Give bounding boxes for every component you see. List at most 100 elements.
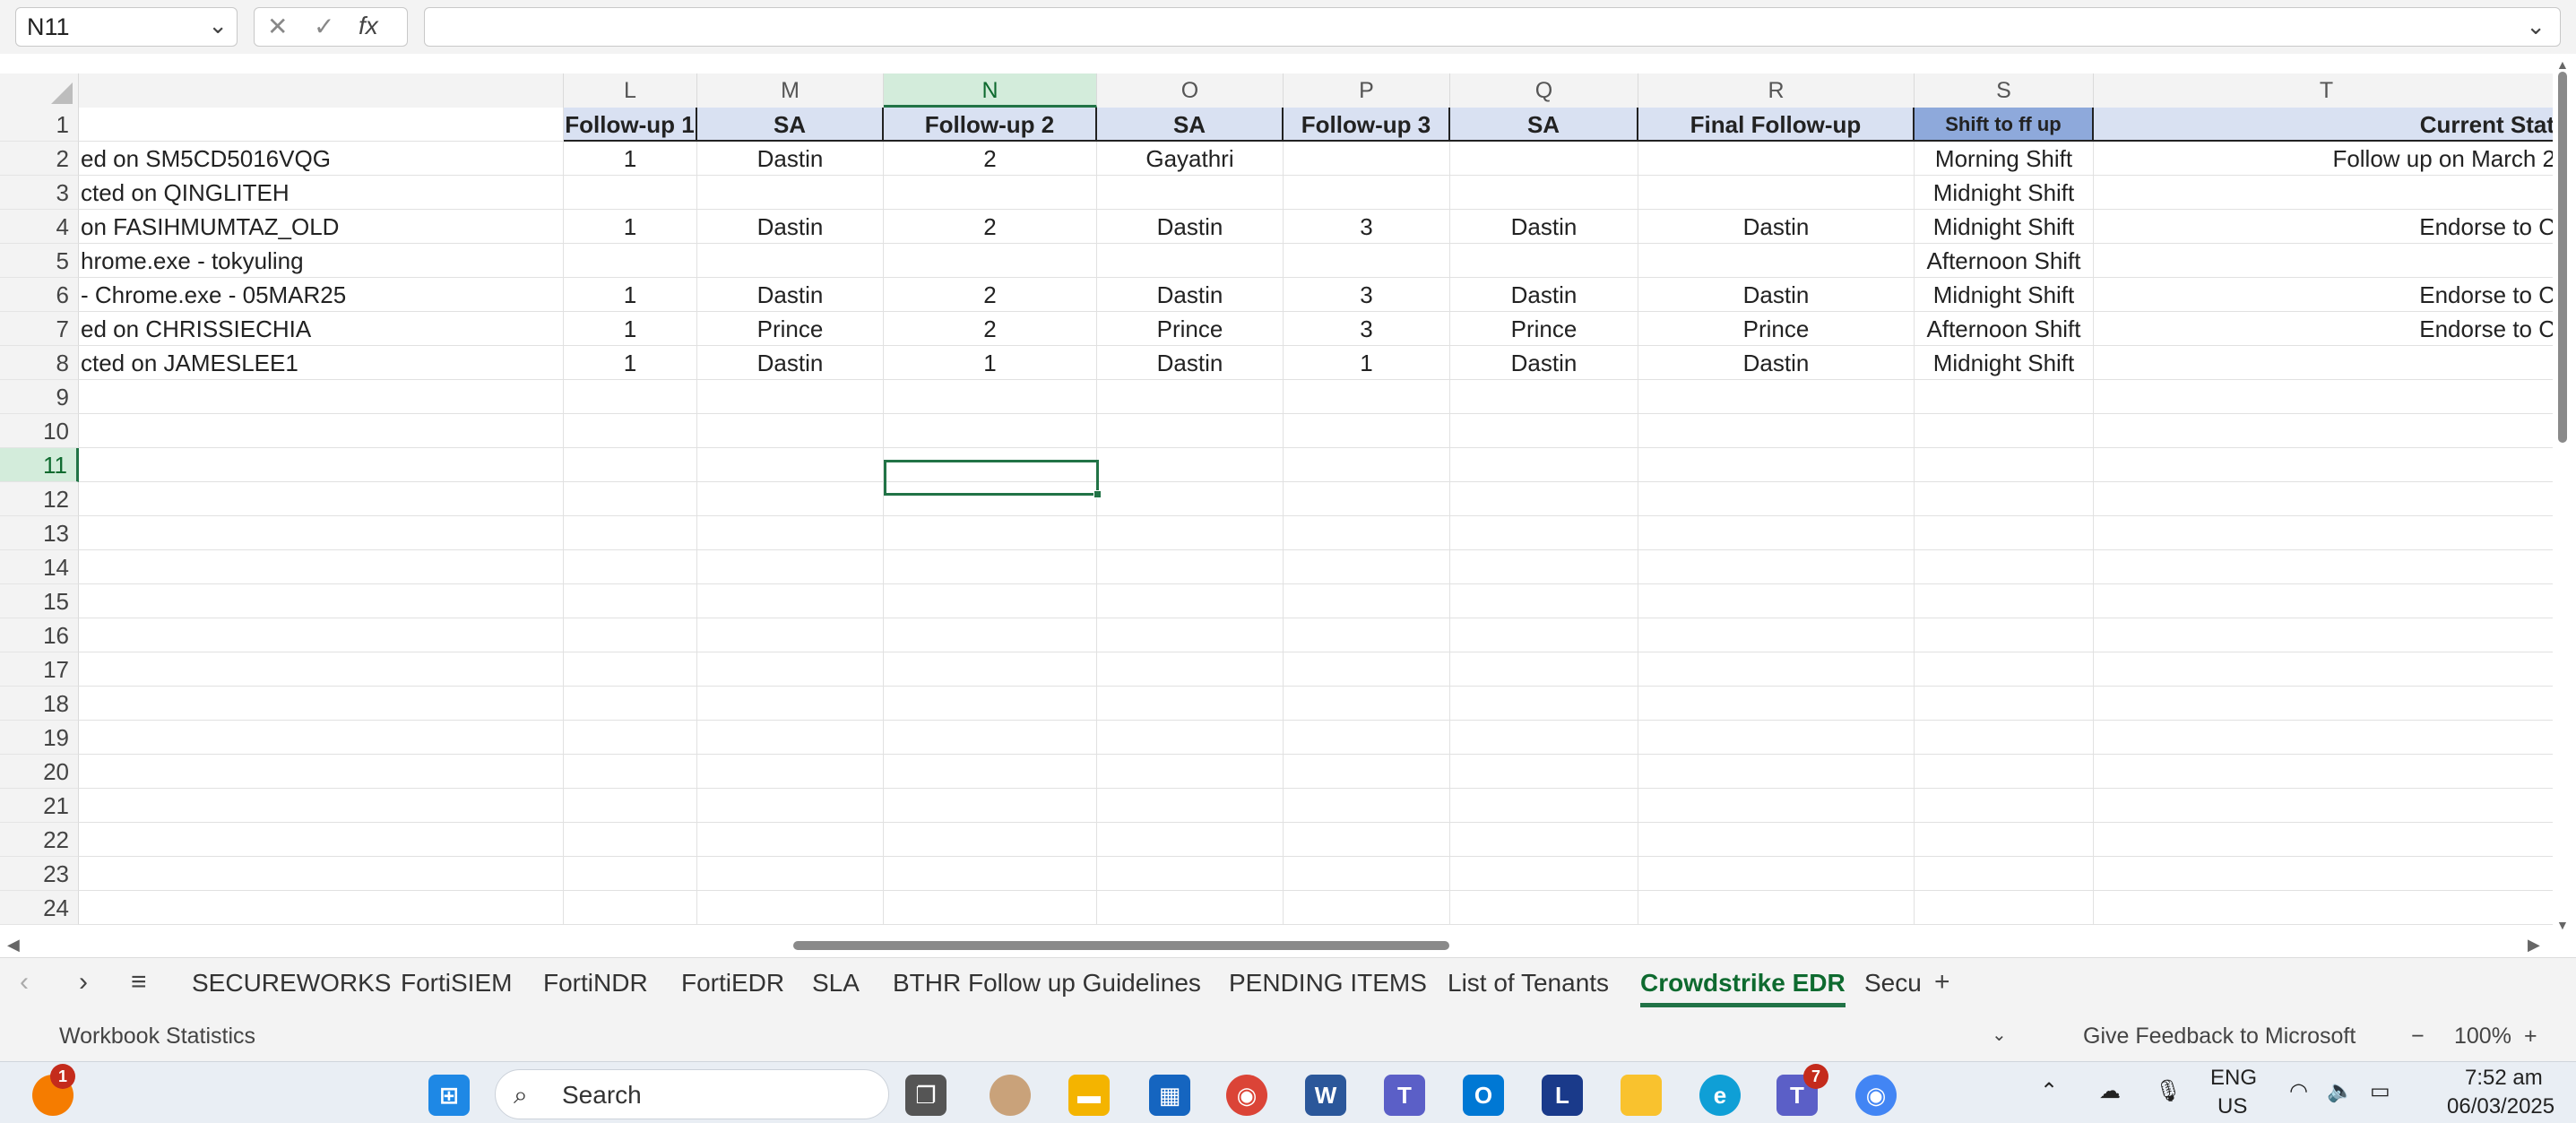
cell[interactable] xyxy=(1915,550,2094,584)
cell[interactable] xyxy=(564,721,697,755)
cell[interactable] xyxy=(1097,755,1284,789)
expand-formula-icon[interactable]: ⌄ xyxy=(2526,13,2546,40)
cell[interactable]: Dastin xyxy=(1450,210,1638,244)
edge-icon[interactable]: e xyxy=(1699,1075,1741,1116)
cell[interactable] xyxy=(564,244,697,278)
cell[interactable] xyxy=(2094,584,2560,618)
cell[interactable] xyxy=(1284,652,1450,687)
column-header[interactable]: P xyxy=(1284,73,1450,108)
cell[interactable] xyxy=(1284,414,1450,448)
row-header[interactable]: 7 xyxy=(0,312,79,346)
cell[interactable] xyxy=(1638,857,1915,891)
cell[interactable] xyxy=(697,380,884,414)
header-cell[interactable]: SA xyxy=(1450,108,1638,142)
cell[interactable] xyxy=(1638,142,1915,176)
cell[interactable] xyxy=(1284,380,1450,414)
battery-icon[interactable]: ▭ xyxy=(2370,1078,2390,1104)
cell[interactable] xyxy=(697,721,884,755)
cell[interactable] xyxy=(1097,550,1284,584)
header-cell[interactable]: Follow-up 1 xyxy=(564,108,697,142)
row-header[interactable]: 23 xyxy=(0,857,79,891)
cell[interactable] xyxy=(1638,550,1915,584)
cell[interactable] xyxy=(79,755,564,789)
cell[interactable]: Endorse to C xyxy=(2094,278,2560,312)
cell[interactable] xyxy=(79,482,564,516)
sheet-tab[interactable]: FortiSIEM xyxy=(401,969,512,998)
cell[interactable]: Prince xyxy=(1450,312,1638,346)
cell[interactable] xyxy=(1097,244,1284,278)
cell[interactable] xyxy=(1450,857,1638,891)
cell[interactable] xyxy=(1284,823,1450,857)
cell[interactable]: 2 xyxy=(884,312,1097,346)
zoom-in-icon[interactable]: + xyxy=(2524,1024,2537,1050)
header-cell[interactable]: Final Follow-up xyxy=(1638,108,1915,142)
scroll-right-icon[interactable]: ▶ xyxy=(2528,936,2540,955)
header-cell[interactable]: SA xyxy=(697,108,884,142)
formula-input[interactable]: ⌄ xyxy=(424,7,2561,47)
zoom-level[interactable]: 100% xyxy=(2454,1024,2511,1050)
cell[interactable]: Dastin xyxy=(1638,278,1915,312)
cell[interactable] xyxy=(564,755,697,789)
cell[interactable]: Morning Shift xyxy=(1915,142,2094,176)
status-dropdown-icon[interactable]: ⌄ xyxy=(1992,1024,2007,1046)
cell[interactable] xyxy=(564,176,697,210)
cell[interactable] xyxy=(884,414,1097,448)
cell[interactable]: 1 xyxy=(564,278,697,312)
cell[interactable]: Dastin xyxy=(697,278,884,312)
cell[interactable] xyxy=(2094,482,2560,516)
header-cell[interactable]: Follow-up 3 xyxy=(1284,108,1450,142)
sheet-tab[interactable]: FortiNDR xyxy=(543,969,648,998)
cell[interactable] xyxy=(1450,482,1638,516)
cell[interactable] xyxy=(1915,755,2094,789)
cell[interactable]: Prince xyxy=(697,312,884,346)
language-indicator[interactable]: ENG xyxy=(2210,1066,2257,1091)
sheet-tab[interactable]: SLA xyxy=(812,969,860,998)
cell[interactable] xyxy=(884,550,1097,584)
cell[interactable] xyxy=(2094,789,2560,823)
cell[interactable] xyxy=(1915,789,2094,823)
cell[interactable] xyxy=(884,687,1097,721)
cell[interactable]: Prince xyxy=(1097,312,1284,346)
cell[interactable] xyxy=(2094,176,2560,210)
cell[interactable] xyxy=(697,550,884,584)
cell[interactable] xyxy=(884,516,1097,550)
cell[interactable] xyxy=(2094,857,2560,891)
row-header[interactable]: 12 xyxy=(0,482,79,516)
cell[interactable] xyxy=(1450,380,1638,414)
cell[interactable] xyxy=(697,891,884,925)
cell[interactable] xyxy=(697,448,884,482)
scroll-down-icon[interactable]: ▼ xyxy=(2556,918,2569,932)
cell[interactable] xyxy=(697,652,884,687)
cell[interactable]: Dastin xyxy=(1450,278,1638,312)
cell[interactable]: on FASIHMUMTAZ_OLD xyxy=(79,210,564,244)
cell[interactable] xyxy=(697,755,884,789)
cell[interactable] xyxy=(1284,176,1450,210)
row-header[interactable]: 11 xyxy=(0,448,79,482)
task-view-icon[interactable]: ❐ xyxy=(905,1075,947,1116)
header-cell[interactable]: Current Stat xyxy=(2094,108,2560,142)
cell[interactable]: Dastin xyxy=(697,142,884,176)
header-cell[interactable]: Shift to ff up xyxy=(1915,108,2094,142)
cell[interactable]: Endorse to C xyxy=(2094,210,2560,244)
wifi-icon[interactable]: ◠ xyxy=(2289,1078,2308,1104)
cell[interactable] xyxy=(697,482,884,516)
region-indicator[interactable]: US xyxy=(2217,1094,2247,1119)
cell[interactable] xyxy=(564,687,697,721)
cell[interactable]: 1 xyxy=(884,346,1097,380)
cell[interactable] xyxy=(79,618,564,652)
cell[interactable] xyxy=(564,414,697,448)
cell[interactable]: ed on SM5CD5016VQG xyxy=(79,142,564,176)
cell[interactable] xyxy=(697,584,884,618)
cell[interactable] xyxy=(1450,687,1638,721)
chrome-icon[interactable]: ◉ xyxy=(1226,1075,1267,1116)
scroll-up-icon[interactable]: ▲ xyxy=(2556,57,2569,72)
column-header[interactable]: N xyxy=(884,73,1097,108)
cell[interactable] xyxy=(1638,448,1915,482)
cell[interactable] xyxy=(1097,687,1284,721)
cell[interactable] xyxy=(1097,618,1284,652)
taskbar-search[interactable]: ⌕ Search xyxy=(495,1069,889,1119)
sheet-tab[interactable]: Crowdstrike EDR xyxy=(1640,969,1846,1007)
cell[interactable] xyxy=(1284,721,1450,755)
cell[interactable]: Midnight Shift xyxy=(1915,346,2094,380)
cell[interactable] xyxy=(1097,823,1284,857)
